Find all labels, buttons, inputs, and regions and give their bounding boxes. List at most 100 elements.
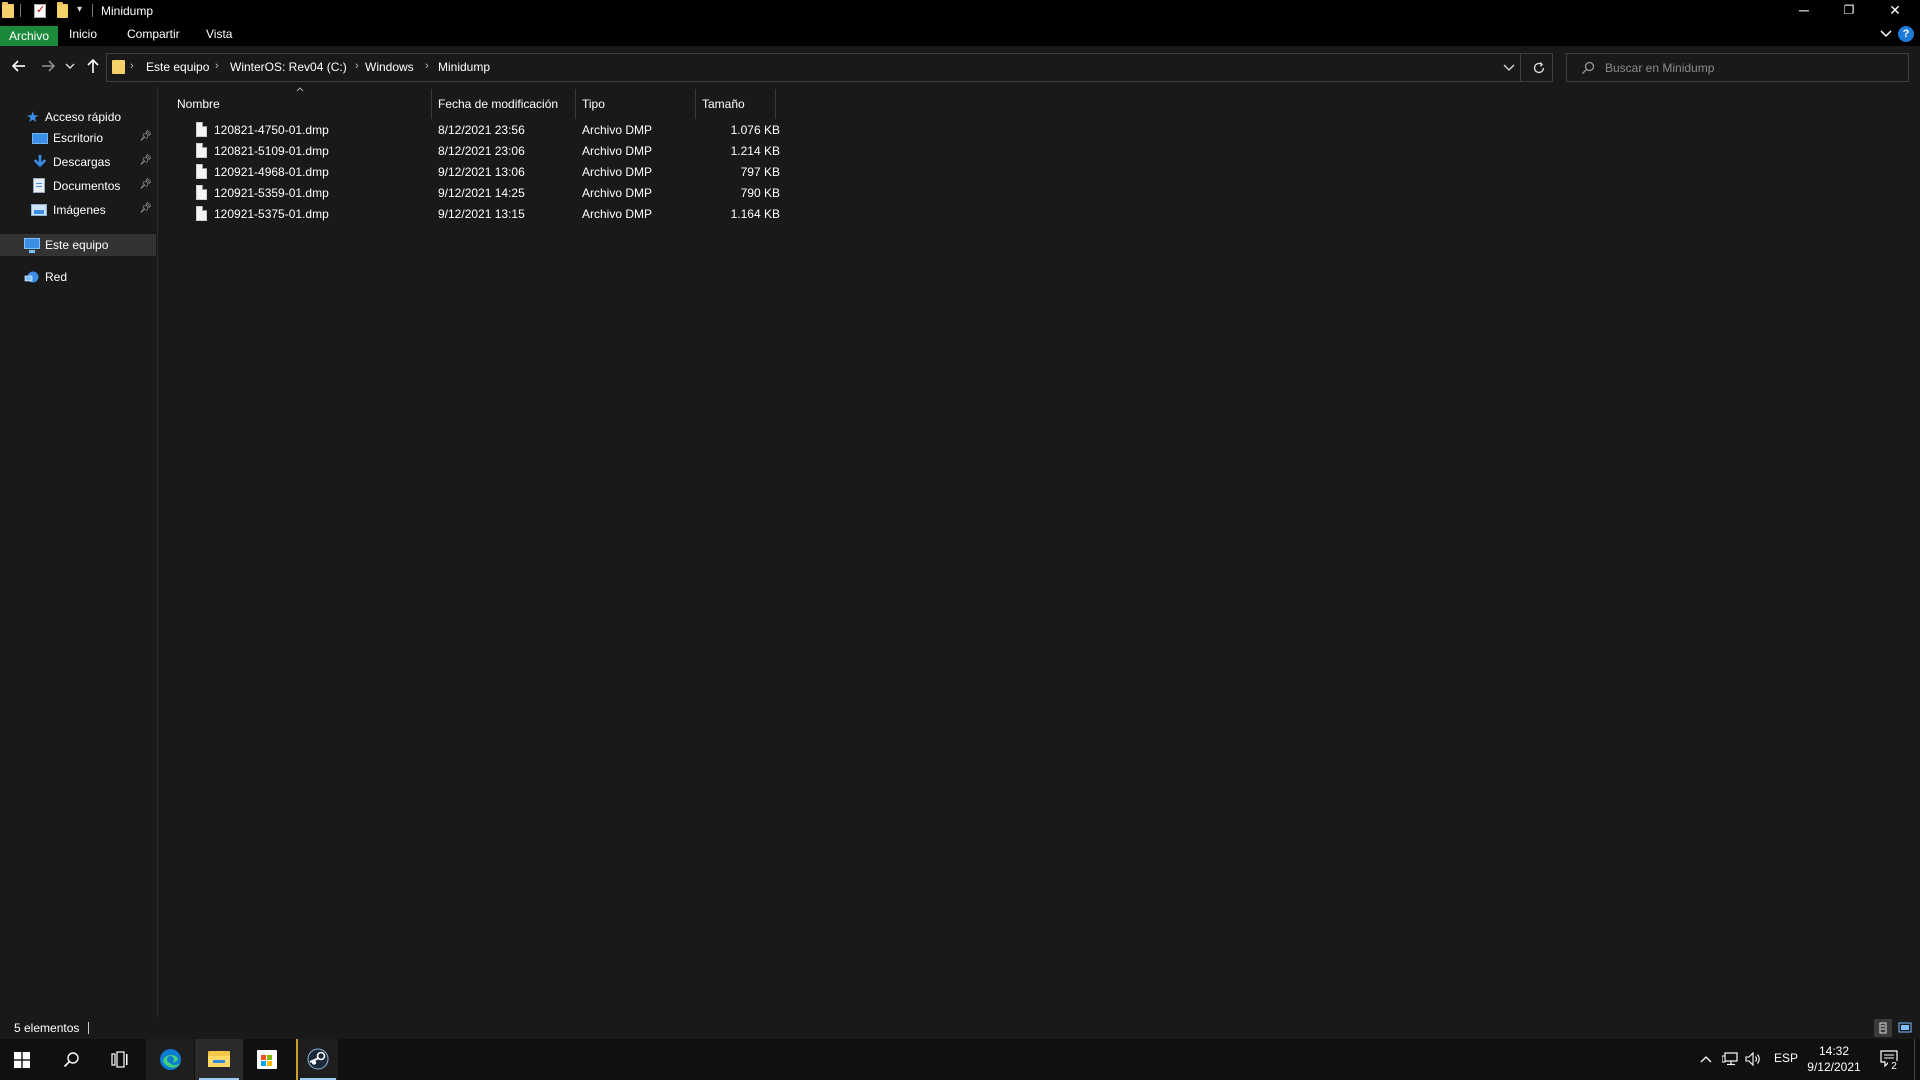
nav-item-escritorio[interactable]: Escritorio 📌︎	[0, 127, 156, 149]
file-name: 120921-4968-01.dmp	[214, 165, 329, 179]
address-divider	[1520, 54, 1521, 81]
breadcrumb-minidump[interactable]: Minidump	[438, 60, 490, 74]
file-row[interactable]: 120921-4968-01.dmp 9/12/2021 13:06 Archi…	[175, 161, 795, 182]
pictures-icon	[31, 204, 47, 216]
search-icon[interactable]	[63, 1051, 80, 1068]
pin-icon: 📌︎	[139, 179, 152, 190]
taskbar-steam[interactable]	[296, 1039, 338, 1080]
search-box[interactable]	[1566, 53, 1909, 82]
clock-time: 14:32	[1818, 1044, 1850, 1058]
address-bar[interactable]: › Este equipo › WinterOS: Rev04 (C:) › W…	[106, 53, 1553, 82]
pin-icon: 📌︎	[139, 131, 152, 142]
file-row[interactable]: 120821-5109-01.dmp 8/12/2021 23:06 Archi…	[175, 140, 795, 161]
file-row[interactable]: 120921-5375-01.dmp 9/12/2021 13:15 Archi…	[175, 203, 795, 224]
file-icon	[196, 206, 207, 221]
column-header-nombre[interactable]: Nombre	[177, 92, 220, 116]
windows-start-icon[interactable]	[14, 1052, 30, 1068]
task-view-icon[interactable]	[111, 1051, 128, 1068]
restore-button[interactable]: ❐	[1826, 0, 1872, 22]
tab-archivo[interactable]: Archivo	[0, 26, 59, 46]
file-row[interactable]: 120921-5359-01.dmp 9/12/2021 14:25 Archi…	[175, 182, 795, 203]
taskbar: ESP 14:32 9/12/2021 2	[0, 1039, 1920, 1080]
nav-label: Documentos	[53, 179, 121, 193]
file-icon	[196, 143, 207, 158]
column-header-tipo[interactable]: Tipo	[582, 92, 605, 116]
nav-item-documentos[interactable]: Documentos 📌︎	[0, 175, 156, 197]
file-type: Archivo DMP	[582, 165, 653, 179]
clock-date: 9/12/2021	[1807, 1060, 1861, 1074]
file-name: 120821-4750-01.dmp	[214, 123, 329, 137]
pin-icon: 📌︎	[139, 155, 152, 166]
chevron-right-icon[interactable]: ›	[355, 60, 359, 72]
file-modified: 9/12/2021 13:15	[438, 207, 525, 221]
file-type: Archivo DMP	[582, 186, 653, 200]
downloads-icon	[33, 154, 47, 168]
help-icon[interactable]: ?	[1898, 26, 1914, 42]
qat-separator	[92, 4, 93, 17]
input-language[interactable]: ESP	[1774, 1051, 1798, 1065]
network-icon	[24, 271, 39, 283]
tab-inicio[interactable]: Inicio	[60, 25, 106, 43]
back-arrow-icon[interactable]	[9, 56, 29, 76]
nav-network[interactable]: Red	[0, 266, 156, 288]
new-folder-icon[interactable]	[57, 2, 68, 18]
recent-locations-icon[interactable]	[64, 56, 76, 76]
column-header-fecha[interactable]: Fecha de modificación	[438, 92, 558, 116]
navigation-pane: ★ Acceso rápido Escritorio 📌︎ Descargas …	[0, 86, 158, 1017]
tab-vista[interactable]: Vista	[197, 25, 241, 43]
chevron-right-icon[interactable]: ›	[215, 60, 219, 72]
steam-icon	[307, 1048, 329, 1070]
breadcrumb-drive-c[interactable]: WinterOS: Rev04 (C:)	[230, 60, 347, 74]
nav-this-pc[interactable]: Este equipo	[0, 234, 156, 256]
qat-customize-icon[interactable]: ▾	[77, 4, 82, 15]
show-hidden-icons-icon[interactable]	[1700, 1055, 1712, 1063]
large-icons-view-button[interactable]	[1896, 1019, 1914, 1037]
file-size: 1.076 KB	[730, 123, 780, 137]
clock[interactable]: 14:32 9/12/2021	[1800, 1043, 1868, 1077]
chevron-right-icon: ›	[130, 60, 134, 72]
nav-item-descargas[interactable]: Descargas 📌︎	[0, 151, 156, 173]
file-size: 1.164 KB	[730, 207, 780, 221]
forward-arrow-icon[interactable]	[38, 56, 58, 76]
breadcrumb-este-equipo[interactable]: Este equipo	[146, 60, 209, 74]
file-size: 790 KB	[740, 186, 780, 200]
pin-icon: 📌︎	[139, 203, 152, 214]
taskbar-file-explorer[interactable]	[195, 1039, 243, 1080]
file-name: 120921-5375-01.dmp	[214, 207, 329, 221]
file-explorer-icon	[208, 1051, 230, 1067]
notification-count-badge: 2	[1888, 1061, 1900, 1073]
taskbar-store[interactable]	[243, 1039, 291, 1080]
column-divider[interactable]	[695, 89, 696, 119]
file-name: 120821-5109-01.dmp	[214, 144, 329, 158]
column-divider[interactable]	[775, 89, 776, 119]
up-arrow-icon[interactable]	[83, 56, 103, 76]
chevron-right-icon[interactable]: ›	[425, 60, 429, 72]
file-row[interactable]: 120821-4750-01.dmp 8/12/2021 23:56 Archi…	[175, 119, 795, 140]
column-divider[interactable]	[575, 89, 576, 119]
item-count: 5 elementos	[14, 1021, 80, 1035]
file-list: Nombre Fecha de modificación Tipo Tamaño…	[159, 86, 1920, 1017]
show-desktop-button[interactable]	[1914, 1039, 1915, 1080]
address-history-icon[interactable]	[1503, 64, 1515, 73]
refresh-icon[interactable]	[1532, 61, 1546, 75]
volume-icon[interactable]	[1745, 1051, 1763, 1067]
documents-icon	[33, 178, 45, 193]
tab-compartir[interactable]: Compartir	[118, 25, 189, 43]
properties-icon[interactable]	[34, 3, 46, 18]
sort-ascending-icon	[296, 87, 304, 92]
taskbar-edge[interactable]	[146, 1039, 194, 1080]
nav-quick-access[interactable]: ★ Acceso rápido	[0, 106, 156, 128]
ribbon-tabs: Archivo Inicio Compartir Vista ?	[0, 22, 1920, 46]
search-icon	[1582, 61, 1595, 74]
search-input[interactable]	[1605, 59, 1895, 77]
ribbon-expand-icon[interactable]	[1880, 29, 1892, 39]
column-divider[interactable]	[431, 89, 432, 119]
breadcrumb-windows[interactable]: Windows	[365, 60, 414, 74]
nav-label: Este equipo	[45, 238, 109, 252]
column-header-tamano[interactable]: Tamaño	[702, 92, 745, 116]
minimize-button[interactable]: ─	[1781, 0, 1827, 22]
close-button[interactable]: ✕	[1872, 0, 1918, 22]
details-view-button[interactable]	[1874, 1019, 1892, 1037]
network-status-icon[interactable]	[1722, 1051, 1740, 1067]
nav-item-imagenes[interactable]: Imágenes 📌︎	[0, 199, 156, 221]
